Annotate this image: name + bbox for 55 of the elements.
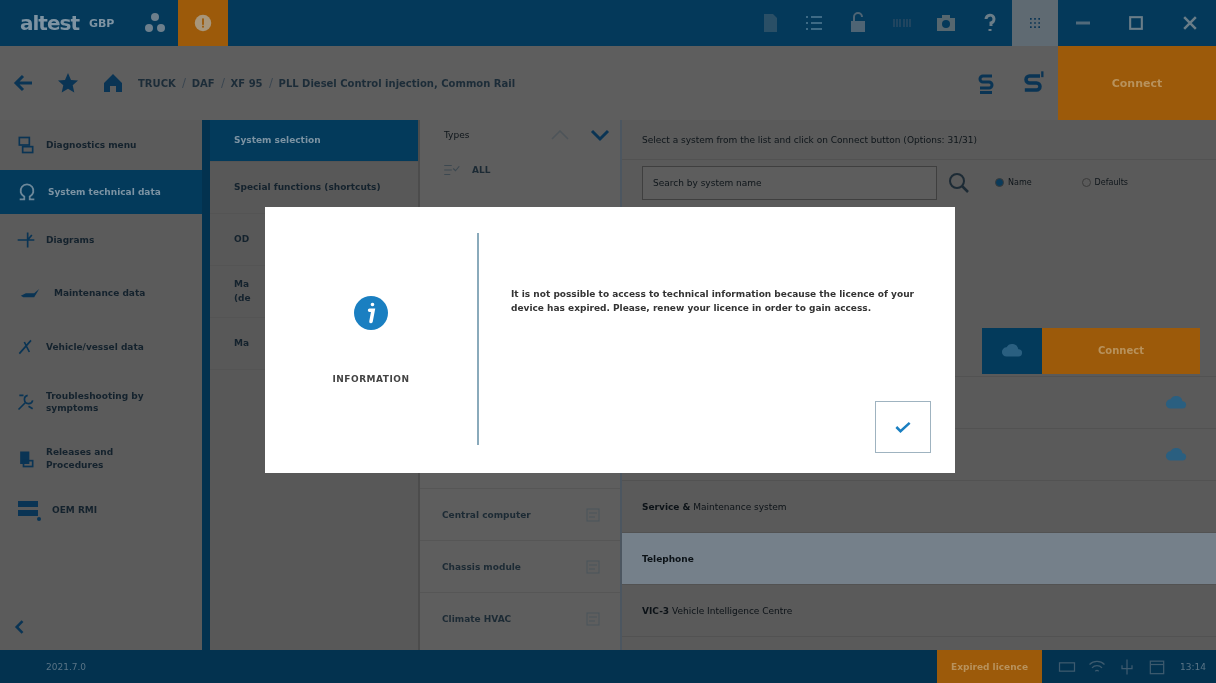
submenu-item[interactable]: System selection — [210, 120, 418, 162]
types-title: Types — [444, 130, 471, 140]
breadcrumb-item[interactable]: XF 95 — [230, 77, 263, 89]
instruction-text: Select a system from the list and click on Connect button (Options: 31/31) — [622, 120, 1216, 160]
star-icon — [56, 71, 80, 95]
radio-label: Name — [1008, 178, 1032, 187]
maximize-icon — [1126, 13, 1146, 33]
system-row[interactable]: Telephone — [622, 533, 1216, 585]
separator-icon — [181, 78, 186, 88]
connect-button[interactable]: Connect — [1058, 46, 1216, 120]
search-field[interactable]: Search by system name — [642, 165, 937, 200]
minimize-icon — [1076, 21, 1090, 25]
sidebar-item[interactable]: Vehicle/vessel data — [0, 321, 202, 373]
connect-button[interactable]: Connect — [1042, 327, 1200, 374]
oem-icon — [16, 498, 42, 522]
sidebar-item[interactable]: OEM RMI — [0, 486, 202, 534]
monitor-icon — [16, 135, 36, 155]
breadcrumb-item[interactable]: DAF — [191, 77, 215, 89]
sidebar-item[interactable]: Diagrams — [0, 214, 202, 266]
system-name: Telephone — [642, 553, 694, 564]
search-icon — [947, 170, 971, 195]
sidebar-item[interactable]: Maintenance data — [0, 266, 202, 321]
apps-button[interactable] — [1012, 0, 1058, 46]
separator-icon — [268, 78, 273, 88]
app-logo: altest — [19, 11, 81, 35]
radio-label: Defaults — [1094, 178, 1128, 187]
diagram-icon — [16, 230, 36, 250]
sidebar-item[interactable]: Diagnostics menu — [0, 120, 202, 170]
confirm-button[interactable] — [875, 401, 931, 453]
system-name: Service & Maintenance system — [642, 501, 787, 512]
licence-status-badge: Expired licence — [937, 650, 1043, 683]
type-item[interactable]: ALL — [472, 165, 491, 175]
type-item[interactable]: Central computer — [442, 509, 531, 520]
wrench-icon — [16, 392, 36, 412]
home-icon — [101, 71, 125, 95]
version-text: 2021.7.0 — [46, 661, 87, 672]
radio-option[interactable]: Defaults — [1081, 178, 1128, 187]
sidebar-item[interactable]: Troubleshooting by symptoms — [0, 373, 202, 431]
mode-label: GBP — [88, 16, 115, 30]
dialog-title: INFORMATION — [332, 374, 410, 384]
alert-button[interactable] — [178, 0, 229, 46]
sidebar-item[interactable]: Releases and Procedures — [0, 431, 202, 486]
dialog-message: It is not possible to access to technical information because the licence of your device has expired. Please, renew your licence in order to gain access. — [511, 288, 915, 316]
radio-option[interactable]: Name — [995, 178, 1032, 187]
system-name: VIC-3 Vehicle Intelligence Centre — [642, 605, 793, 616]
info-icon — [354, 296, 388, 330]
type-item[interactable]: Chassis module — [442, 561, 521, 572]
breadcrumb-item[interactable]: TRUCK — [138, 77, 176, 89]
clock-text: 13:14 — [1180, 661, 1206, 672]
radio-button[interactable] — [995, 178, 1004, 187]
type-item[interactable]: Climate HVAC — [442, 613, 512, 624]
sidebar-item[interactable]: System technical data — [0, 170, 202, 214]
separator-icon — [220, 78, 225, 88]
network-icon — [143, 11, 168, 35]
breadcrumb-item[interactable]: PLL Diesel Control injection, Common Rail — [278, 77, 516, 89]
